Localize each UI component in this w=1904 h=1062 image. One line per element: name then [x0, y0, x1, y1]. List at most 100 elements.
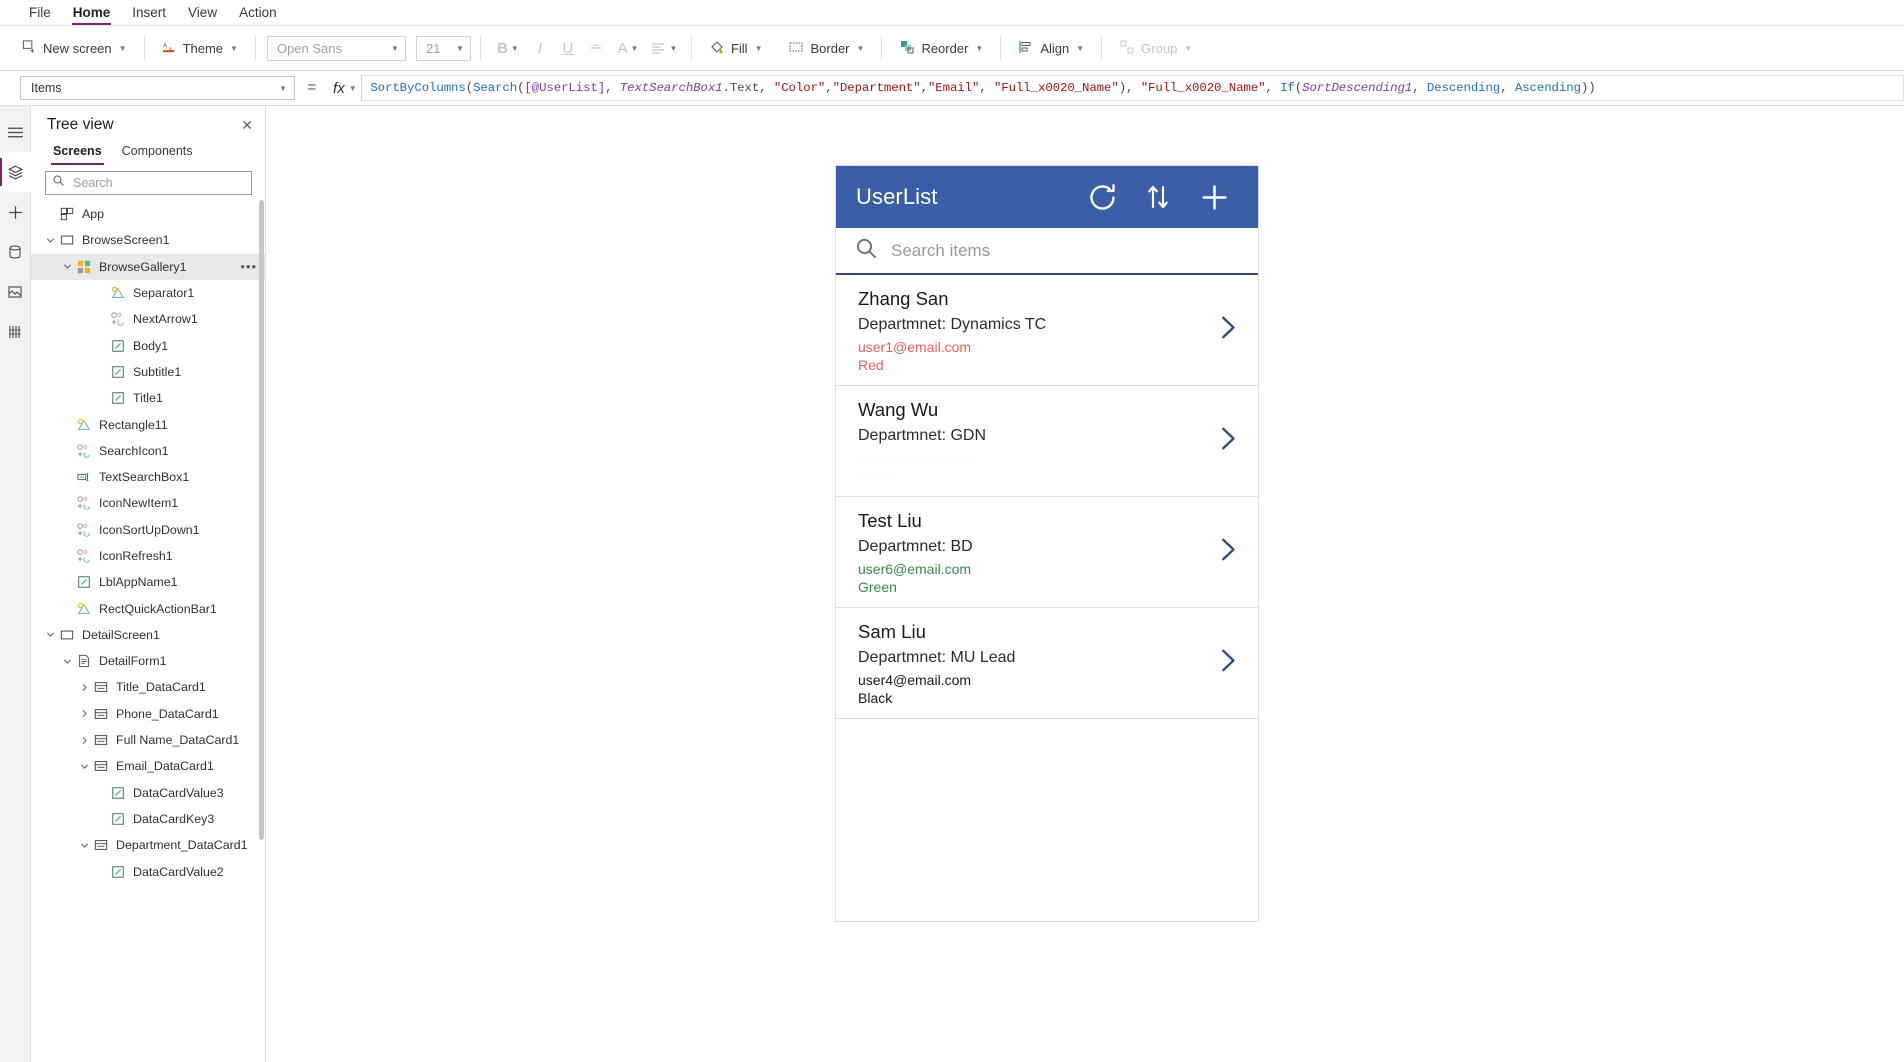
formula-token: SortDescending1	[1302, 81, 1413, 95]
tree-node-label: Full Name_DataCard1	[116, 733, 240, 748]
tree-node-detailscreen1[interactable]: DetailScreen1	[31, 622, 265, 648]
tab-screens[interactable]: Screens	[45, 140, 110, 165]
fx-button[interactable]: fx ▼	[328, 75, 363, 101]
tree-node-label: Title1	[133, 391, 163, 406]
refresh-icon[interactable]	[1074, 171, 1130, 223]
close-icon[interactable]: ✕	[241, 118, 253, 132]
strikethrough-button[interactable]	[582, 34, 610, 62]
variables-icon[interactable]	[0, 312, 31, 352]
media-icon[interactable]	[0, 272, 31, 312]
gallery-item-color-name: Red	[858, 356, 884, 373]
tree-node-phone-datacard1[interactable]: Phone_DataCard1	[31, 701, 265, 727]
hamburger-menu-icon[interactable]	[0, 112, 31, 152]
ribbon-toolbar: New screen ▼ Aa Theme ▼ Open Sans ▼ 21 ▼…	[0, 26, 1904, 71]
formula-input[interactable]: SortByColumns(Search([@UserList], TextSe…	[362, 75, 1904, 101]
tree-node-iconsortupdown1[interactable]: IconSortUpDown1	[31, 517, 265, 543]
theme-button[interactable]: Aa Theme ▼	[154, 33, 246, 63]
tree-view-icon[interactable]	[0, 152, 31, 192]
align-group-button[interactable]: Align ▼	[1010, 33, 1092, 63]
tree-node-body1[interactable]: Body1	[31, 332, 265, 358]
next-arrow-icon[interactable]	[1214, 424, 1240, 459]
gallery-item[interactable]: Wang Wu Departmnet: GDN user3@email.com Whi…	[836, 386, 1258, 497]
underline-button[interactable]: U	[554, 34, 582, 62]
chevron-down-icon[interactable]	[60, 657, 74, 666]
tree-search-box[interactable]	[45, 171, 252, 195]
tree-node-title-datacard1[interactable]: Title_DataCard1	[31, 674, 265, 700]
chevron-down-icon[interactable]	[43, 236, 57, 245]
font-family-value: Open Sans	[276, 40, 342, 56]
tree-node-label: BrowseGallery1	[99, 259, 187, 274]
chevron-down-icon[interactable]	[43, 630, 57, 639]
formula-token: ,	[825, 81, 833, 95]
bold-button[interactable]: B ▼	[490, 34, 526, 62]
data-sources-icon[interactable]	[0, 232, 31, 272]
menu-item-file[interactable]: File	[18, 5, 62, 25]
gallery-item[interactable]: Zhang San Departmnet: Dynamics TC user1@em…	[836, 275, 1258, 386]
gallery-item-email: user6@email.com	[858, 561, 972, 577]
tree-node-nextarrow1[interactable]: NextArrow1	[31, 306, 265, 332]
tree-node-browsescreen1[interactable]: BrowseScreen1	[31, 227, 265, 253]
tree-node-rectangle11[interactable]: Rectangle11	[31, 411, 265, 437]
menu-item-insert[interactable]: Insert	[121, 5, 177, 25]
text-align-button[interactable]: ▼	[646, 34, 682, 62]
tree-node-separator1[interactable]: Separator1	[31, 280, 265, 306]
menu-item-action[interactable]: Action	[228, 5, 288, 25]
next-arrow-icon[interactable]	[1214, 313, 1240, 348]
new-screen-button[interactable]: New screen ▼	[14, 33, 135, 63]
search-input[interactable]	[71, 175, 245, 191]
datacard-icon	[91, 759, 111, 773]
tree-node-textsearchbox1[interactable]: TextSearchBox1	[31, 464, 265, 490]
tree-node-datacardkey3[interactable]: DataCardKey3	[31, 806, 265, 832]
gallery-item-title: Sam Liu	[858, 621, 926, 642]
gallery-item[interactable]: Sam Liu Departmnet: MU Lead user4@email.co…	[836, 608, 1258, 719]
add-new-item-icon[interactable]	[1186, 171, 1242, 223]
font-color-button[interactable]: A ▼	[610, 34, 646, 62]
more-options-icon[interactable]: •••	[240, 259, 259, 274]
border-button[interactable]: Border ▼	[780, 33, 872, 63]
tree-node-email-datacard1[interactable]: Email_DataCard1	[31, 753, 265, 779]
tree-node-full-name-datacard1[interactable]: Full Name_DataCard1	[31, 727, 265, 753]
label-icon	[108, 786, 128, 800]
tree-node-app[interactable]: App	[31, 201, 265, 227]
menu-item-home[interactable]: Home	[62, 5, 122, 25]
next-arrow-icon[interactable]	[1214, 535, 1240, 570]
tab-components[interactable]: Components	[114, 140, 201, 165]
tree-node-title1[interactable]: Title1	[31, 385, 265, 411]
tree-node-rectquickactionbar1[interactable]: RectQuickActionBar1	[31, 595, 265, 621]
sort-updown-icon[interactable]	[1130, 171, 1186, 223]
tree-node-list: App BrowseScreen1 BrowseGallery1 ••• Separat…	[31, 199, 265, 1062]
font-size-select[interactable]: 21 ▼	[415, 35, 471, 61]
tree-node-browsegallery1[interactable]: BrowseGallery1 •••	[31, 253, 265, 280]
chevron-right-icon[interactable]	[77, 736, 91, 745]
tree-node-searchicon1[interactable]: SearchIcon1	[31, 438, 265, 464]
tree-node-lblappname1[interactable]: LblAppName1	[31, 569, 265, 595]
fill-button[interactable]: Fill ▼	[701, 33, 771, 63]
datacard-icon	[91, 733, 111, 747]
tree-scrollbar[interactable]	[259, 200, 264, 840]
tree-node-iconnewitem1[interactable]: IconNewItem1	[31, 490, 265, 516]
app-search-box[interactable]: Search items	[836, 228, 1258, 275]
menu-item-view[interactable]: View	[177, 5, 228, 25]
gallery-item-email: user4@email.com	[858, 672, 972, 688]
next-arrow-icon[interactable]	[1214, 646, 1240, 681]
chevron-down-icon[interactable]	[60, 262, 74, 271]
tree-node-department-datacard1[interactable]: Department_DataCard1	[31, 832, 265, 858]
property-select[interactable]: Items ▼	[20, 76, 295, 100]
tree-node-datacardvalue2[interactable]: DataCardValue2	[31, 858, 265, 884]
font-family-select[interactable]: Open Sans ▼	[266, 35, 406, 61]
tree-node-iconrefresh1[interactable]: IconRefresh1	[31, 543, 265, 569]
formula-token: SortByColumns	[370, 81, 466, 95]
tree-node-detailform1[interactable]: DetailForm1	[31, 648, 265, 674]
gallery-item[interactable]: Test Liu Departmnet: BD user6@email.com Gre…	[836, 497, 1258, 608]
italic-button[interactable]: I	[526, 34, 554, 62]
chevron-down-icon[interactable]	[77, 841, 91, 850]
insert-plus-icon[interactable]	[0, 192, 31, 232]
tree-node-subtitle1[interactable]: Subtitle1	[31, 359, 265, 385]
chevron-down-icon[interactable]	[77, 762, 91, 771]
tree-node-label: Phone_DataCard1	[116, 706, 219, 721]
chevron-right-icon[interactable]	[77, 683, 91, 692]
tree-node-datacardvalue3[interactable]: DataCardValue3	[31, 780, 265, 806]
app-icon	[57, 207, 77, 221]
chevron-right-icon[interactable]	[77, 709, 91, 718]
reorder-button[interactable]: Reorder ▼	[891, 33, 991, 63]
